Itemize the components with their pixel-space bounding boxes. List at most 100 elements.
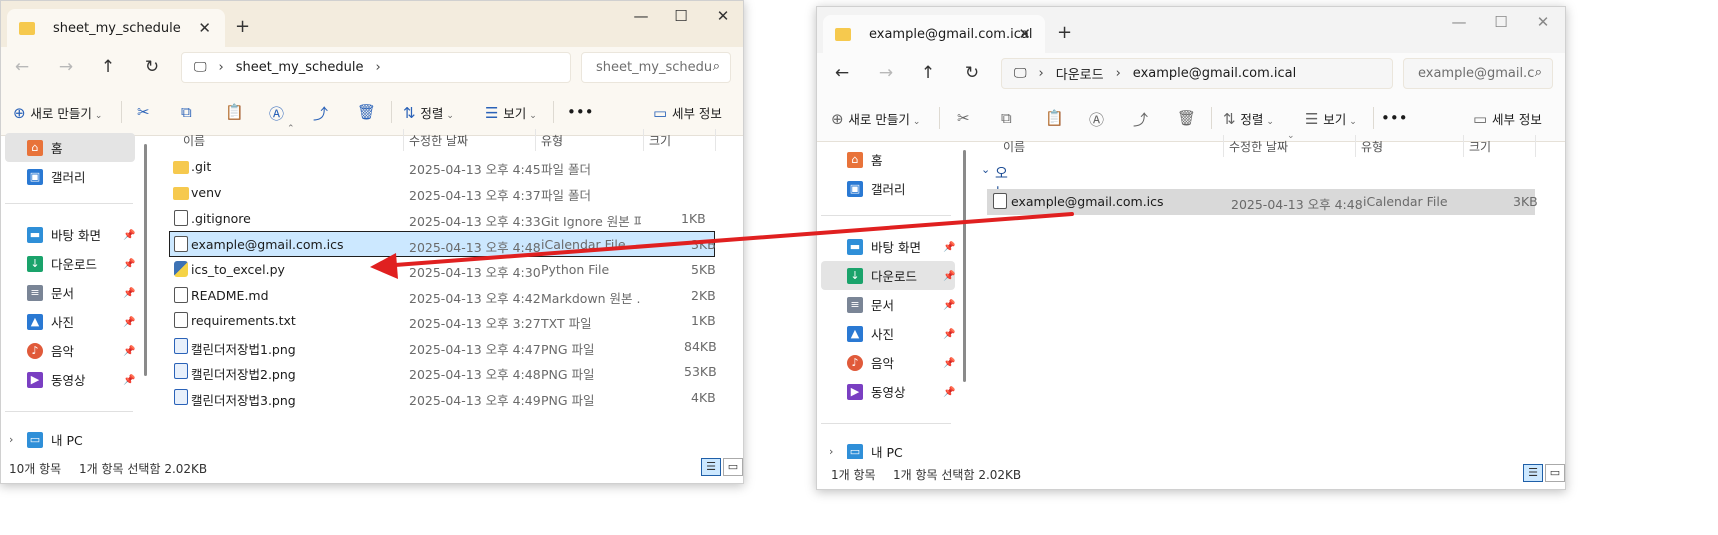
sidebar-item-this-pc[interactable]: › ▭ 내 PC (5, 425, 135, 454)
minimize-icon[interactable]: — (1437, 13, 1481, 31)
share-icon[interactable]: ⤴ (1133, 109, 1148, 130)
table-row[interactable]: 캘린더저장법1.png 2025-04-13 오후 4:47 PNG 파일 84… (169, 334, 717, 360)
column-header-type[interactable]: 유형 (541, 132, 563, 149)
sidebar-item-gallery[interactable]: ▣ 갤러리 (821, 174, 955, 203)
close-tab-icon[interactable]: ✕ (198, 19, 211, 37)
column-header-name[interactable]: 이름 (183, 132, 205, 149)
close-window-icon[interactable]: ✕ (701, 7, 743, 25)
minimize-icon[interactable]: — (619, 7, 663, 25)
table-row[interactable]: README.md 2025-04-13 오후 4:42 Markdown 원본… (169, 283, 716, 309)
view-button[interactable]: ☰ 보기 ⌄ (485, 103, 537, 122)
pin-icon[interactable]: 📌 (943, 329, 955, 340)
search-input[interactable]: sheet_my_schedu ⌕ (581, 52, 731, 83)
sidebar-item-home[interactable]: ⌂ 홈 (821, 145, 955, 174)
more-icon[interactable]: ••• (1381, 109, 1408, 127)
refresh-icon[interactable]: ↻ (139, 57, 165, 77)
breadcrumb-downloads[interactable]: 다운로드 (1056, 64, 1104, 83)
paste-icon[interactable]: 📋 (1045, 109, 1064, 127)
column-header-date[interactable]: 수정한 날짜 (1229, 138, 1288, 155)
pin-icon[interactable]: 📌 (943, 300, 955, 311)
sidebar-item-documents[interactable]: ≡ 문서 (5, 278, 135, 307)
tiles-view-icon[interactable]: ▭ (723, 458, 743, 476)
address-bar[interactable]: 🖵 › 다운로드 › example@gmail.com.ical (1001, 58, 1393, 89)
new-tab-icon[interactable]: + (1057, 22, 1072, 43)
breadcrumb-folder[interactable]: sheet_my_schedule (236, 60, 364, 75)
pin-icon[interactable]: 📌 (943, 387, 955, 398)
tab-example-ical[interactable]: example@gmail.com.ical ✕ (823, 15, 1045, 53)
tiles-view-icon[interactable]: ▭ (1545, 464, 1565, 482)
refresh-icon[interactable]: ↻ (959, 63, 985, 83)
more-icon[interactable]: ••• (567, 103, 594, 121)
table-row-selected[interactable]: example@gmail.com.ics 2025-04-13 오후 4:48… (169, 231, 716, 257)
sidebar-item-music[interactable]: ♪ 음악 (821, 348, 955, 377)
cut-icon[interactable]: ✂ (137, 103, 150, 121)
pin-icon[interactable]: 📌 (123, 346, 135, 357)
table-row[interactable]: .gitignore 2025-04-13 오후 4:33 Git Ignore… (169, 206, 715, 232)
share-icon[interactable]: ⤴ (313, 103, 328, 124)
pin-icon[interactable]: 📌 (943, 271, 955, 282)
sidebar-item-gallery[interactable]: ▣ 갤러리 (5, 162, 135, 191)
details-button[interactable]: ▭ 세부 정보 (653, 103, 722, 122)
forward-icon[interactable]: → (53, 57, 79, 77)
sidebar-item-desktop[interactable]: ▬ 바탕 화면 (5, 220, 135, 249)
pin-icon[interactable]: 📌 (943, 242, 955, 253)
pin-icon[interactable]: 📌 (123, 230, 135, 241)
new-tab-icon[interactable]: + (235, 16, 250, 37)
up-icon[interactable]: ↑ (915, 63, 941, 83)
sidebar-item-desktop[interactable]: ▬ 바탕 화면 (821, 232, 955, 261)
details-view-icon[interactable]: ☰ (701, 458, 721, 476)
column-header-name[interactable]: 이름 (1003, 138, 1025, 155)
table-row[interactable]: ics_to_excel.py 2025-04-13 오후 4:30 Pytho… (169, 257, 716, 283)
search-input[interactable]: example@gmail.c ⌕ (1403, 58, 1553, 89)
sidebar-item-documents[interactable]: ≡ 문서 (821, 290, 955, 319)
maximize-icon[interactable]: ☐ (659, 7, 703, 25)
back-icon[interactable]: ← (9, 57, 35, 77)
sidebar-item-downloads[interactable]: ↓ 다운로드 (5, 249, 135, 278)
pin-icon[interactable]: 📌 (123, 317, 135, 328)
sidebar-item-downloads[interactable]: ↓ 다운로드 (821, 261, 955, 290)
back-icon[interactable]: ← (829, 63, 855, 83)
copy-icon[interactable]: ⧉ (181, 103, 192, 121)
delete-icon[interactable]: 🗑 (357, 103, 376, 121)
table-row-selected[interactable]: example@gmail.com.ics 2025-04-13 오후 4:48… (987, 189, 1538, 215)
column-header-type[interactable]: 유형 (1361, 138, 1383, 155)
pin-icon[interactable]: 📌 (123, 288, 135, 299)
new-button[interactable]: ⊕ 새로 만들기 ⌄ (831, 109, 920, 128)
chevron-right-icon[interactable]: › (9, 433, 13, 446)
table-row[interactable]: 캘린더저장법3.png 2025-04-13 오후 4:49 PNG 파일 4K… (169, 385, 716, 411)
delete-icon[interactable]: 🗑 (1177, 109, 1196, 127)
close-tab-icon[interactable]: ✕ (1018, 25, 1031, 43)
rename-icon[interactable]: Ⓐ (269, 103, 284, 124)
sort-button[interactable]: ⇅ 정렬 ⌄ (1223, 109, 1274, 128)
breadcrumb-folder[interactable]: example@gmail.com.ical (1133, 66, 1296, 81)
tab-sheet-my-schedule[interactable]: sheet_my_schedule ✕ (7, 9, 225, 47)
copy-icon[interactable]: ⧉ (1001, 109, 1012, 127)
address-bar[interactable]: 🖵 › sheet_my_schedule › (181, 52, 571, 83)
up-icon[interactable]: ↑ (95, 57, 121, 77)
pin-icon[interactable]: 📌 (123, 375, 135, 386)
sidebar-scrollbar[interactable] (144, 144, 147, 376)
sidebar-item-pictures[interactable]: ▲ 사진 (821, 319, 955, 348)
chevron-right-icon[interactable]: › (829, 445, 833, 458)
cut-icon[interactable]: ✂ (957, 109, 970, 127)
column-header-size[interactable]: 크기 (649, 132, 671, 149)
sidebar-item-music[interactable]: ♪ 음악 (5, 336, 135, 365)
sidebar-item-pictures[interactable]: ▲ 사진 (5, 307, 135, 336)
details-button[interactable]: ▭ 세부 정보 (1473, 109, 1542, 128)
sidebar-item-videos[interactable]: ▶ 동영상 (821, 377, 955, 406)
table-row[interactable]: requirements.txt 2025-04-13 오후 3:27 TXT … (169, 308, 716, 334)
forward-icon[interactable]: → (873, 63, 899, 83)
sidebar-item-home[interactable]: ⌂ 홈 (5, 133, 135, 162)
close-window-icon[interactable]: ✕ (1521, 13, 1565, 31)
table-row[interactable]: .git 2025-04-13 오후 4:45 파일 폴더 (169, 154, 715, 180)
new-button[interactable]: ⊕ 새로 만들기 ⌄ (13, 103, 102, 122)
maximize-icon[interactable]: ☐ (1479, 13, 1523, 31)
paste-icon[interactable]: 📋 (225, 103, 244, 121)
column-header-size[interactable]: 크기 (1469, 138, 1491, 155)
sidebar-item-videos[interactable]: ▶ 동영상 (5, 365, 135, 394)
table-row[interactable]: 캘린더저장법2.png 2025-04-13 오후 4:48 PNG 파일 53… (169, 359, 717, 385)
pin-icon[interactable]: 📌 (943, 358, 955, 369)
column-header-date[interactable]: 수정한 날짜 (409, 132, 468, 149)
view-button[interactable]: ☰ 보기 ⌄ (1305, 109, 1357, 128)
table-row[interactable]: venv 2025-04-13 오후 4:37 파일 폴더 (169, 180, 715, 206)
